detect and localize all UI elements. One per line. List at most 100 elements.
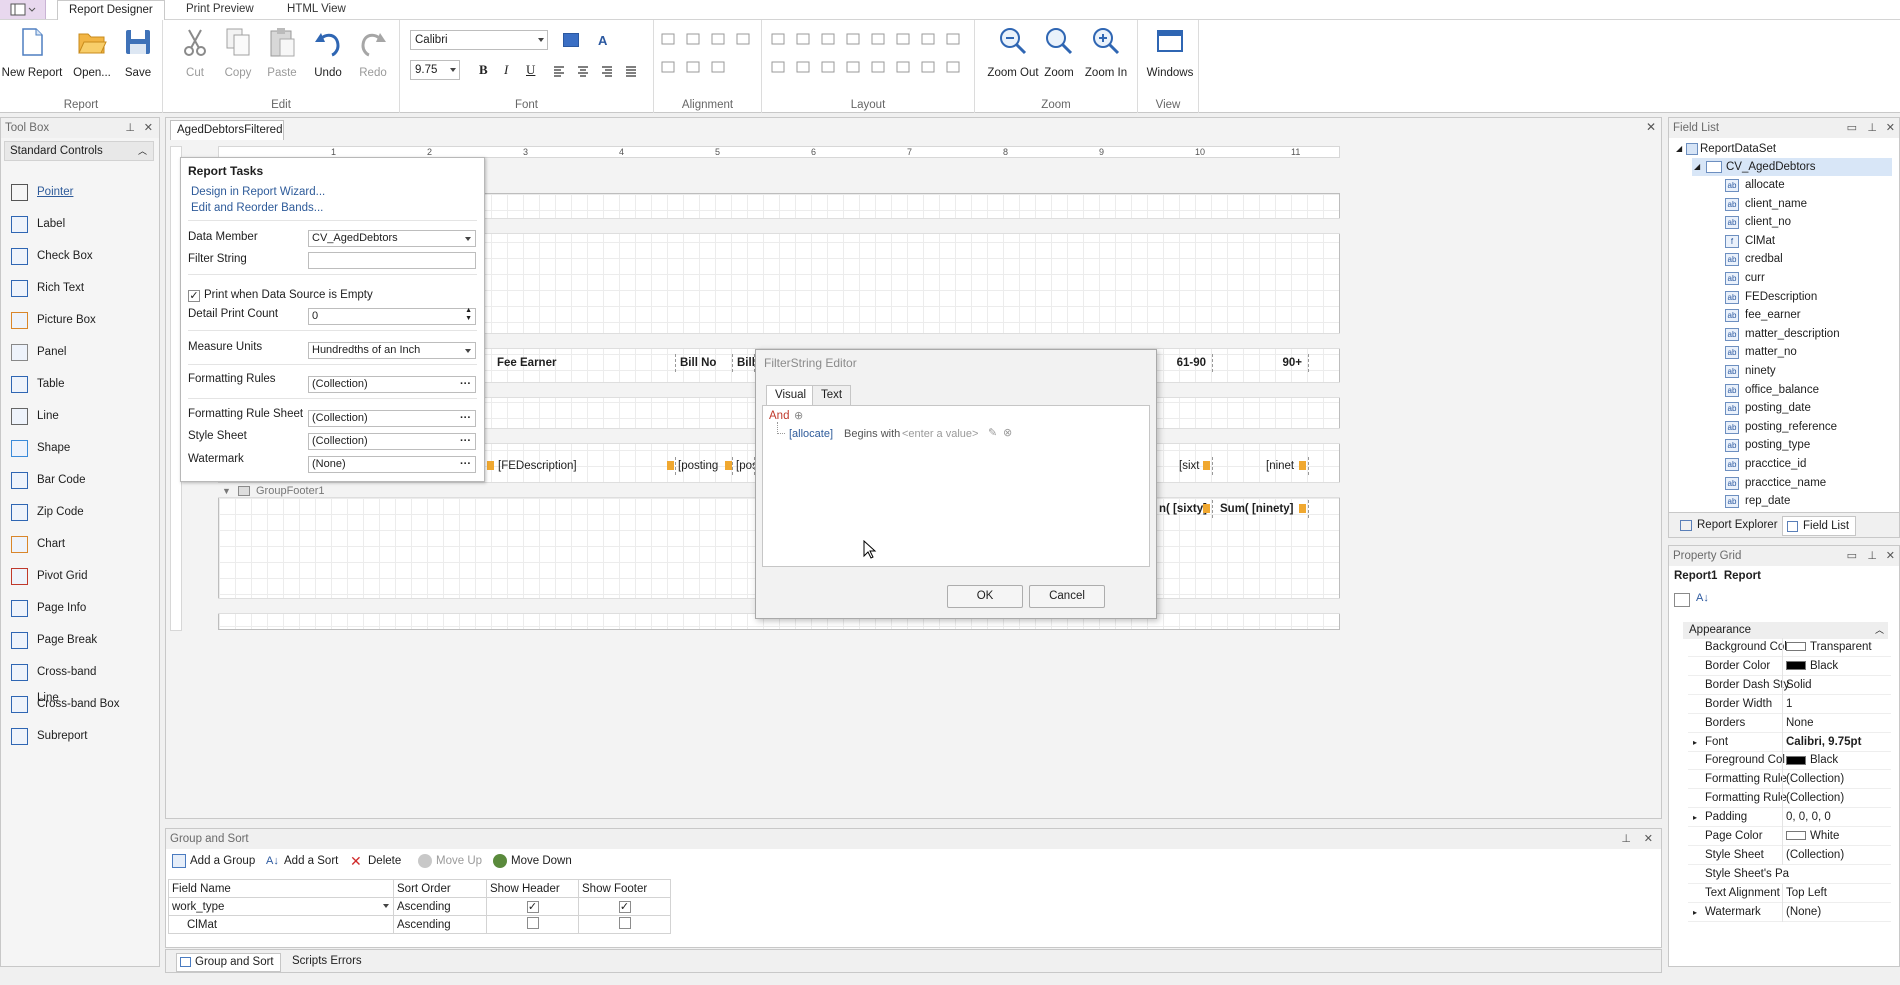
delete-button[interactable]: ✕ Delete bbox=[350, 853, 401, 869]
tab-field-list[interactable]: Field List bbox=[1782, 516, 1857, 536]
field-item[interactable]: ab posting_date bbox=[1725, 399, 1811, 417]
property-value[interactable]: Black bbox=[1782, 656, 1890, 676]
tab-text[interactable]: Text bbox=[812, 385, 852, 405]
show-header-checkbox[interactable] bbox=[526, 917, 539, 929]
design-wizard-link[interactable]: Design in Report Wizard... bbox=[191, 186, 325, 198]
ellipsis-icon[interactable]: ··· bbox=[460, 411, 471, 426]
underline-icon[interactable]: U bbox=[526, 62, 535, 78]
header-cell-61-90[interactable]: 61-90 bbox=[1157, 354, 1213, 372]
text-align-icons[interactable] bbox=[552, 65, 648, 79]
font-size-combo[interactable]: 9.75 bbox=[410, 60, 460, 80]
move-down-button[interactable]: Move Down bbox=[493, 853, 572, 869]
property-value[interactable]: Black bbox=[1782, 751, 1890, 771]
field-item[interactable]: ab matter_no bbox=[1725, 343, 1797, 361]
sort-order-cell[interactable]: Ascending bbox=[393, 915, 487, 934]
selected-object[interactable]: Report1 Report bbox=[1674, 570, 1761, 582]
filter-string-input[interactable] bbox=[308, 252, 476, 269]
toolbox-item-chart[interactable]: Chart bbox=[11, 531, 121, 557]
font-color-icon[interactable]: A bbox=[598, 33, 614, 48]
header-cell-bill-no[interactable]: Bill No bbox=[676, 354, 733, 372]
toolbox-item-pointer[interactable]: Pointer bbox=[11, 179, 121, 205]
toolbox-item-line[interactable]: Line bbox=[11, 403, 121, 429]
add-group-button[interactable]: Add a Group bbox=[172, 853, 255, 869]
toolbox-item-page-break[interactable]: Page Break bbox=[11, 627, 121, 653]
field-item[interactable]: ab pracctice_id bbox=[1725, 455, 1806, 473]
show-footer-checkbox[interactable] bbox=[618, 917, 631, 929]
field-item[interactable]: ab posting_reference bbox=[1725, 418, 1837, 436]
document-tab[interactable]: AgedDebtorsFiltered bbox=[170, 120, 284, 140]
category-appearance[interactable]: Appearance ︿ bbox=[1683, 622, 1888, 639]
new-report-button[interactable]: New Report bbox=[0, 26, 64, 86]
property-value[interactable]: Calibri, 9.75pt bbox=[1782, 732, 1890, 752]
tab-report-explorer[interactable]: Report Explorer bbox=[1677, 516, 1778, 536]
tree-node-table[interactable]: ◢ CV_AgedDebtors bbox=[1692, 158, 1892, 176]
property-value[interactable]: Transparent bbox=[1782, 638, 1890, 657]
toolbox-item-cross-band-box[interactable]: Cross-band Box bbox=[11, 691, 121, 717]
categorized-icon[interactable] bbox=[1674, 593, 1690, 607]
tab-group-and-sort[interactable]: Group and Sort bbox=[176, 953, 281, 972]
property-row[interactable]: Background Col Transparent bbox=[1688, 638, 1891, 657]
property-row[interactable]: Formatting Rule (Collection) bbox=[1688, 770, 1891, 790]
field-name-cell[interactable]: work_type bbox=[168, 897, 394, 916]
ellipsis-icon[interactable]: ··· bbox=[460, 457, 471, 472]
close-icon[interactable]: ✕ bbox=[144, 121, 153, 134]
toolbox-item-rich-text[interactable]: Rich Text bbox=[11, 275, 121, 301]
spinner-arrows-icon[interactable]: ▲ ▼ bbox=[465, 307, 472, 323]
add-sort-button[interactable]: A↓ Add a Sort bbox=[266, 853, 338, 869]
edit-bands-link[interactable]: Edit and Reorder Bands... bbox=[191, 202, 323, 214]
field-item[interactable]: ab rep_date bbox=[1725, 492, 1790, 510]
print-empty-option[interactable]: ✓ Print when Data Source is Empty bbox=[188, 289, 373, 302]
ellipsis-icon[interactable]: ··· bbox=[460, 434, 471, 449]
toolbox-item-picture-box[interactable]: Picture Box bbox=[11, 307, 121, 333]
windows-button[interactable]: Windows bbox=[1138, 26, 1202, 86]
close-icon[interactable]: ✕ bbox=[1886, 549, 1895, 562]
property-value[interactable]: Solid bbox=[1782, 675, 1890, 695]
property-value[interactable]: (None) bbox=[1782, 902, 1890, 922]
toolbox-item-bar-code[interactable]: Bar Code bbox=[11, 467, 121, 493]
property-row[interactable]: Foreground Col Black bbox=[1688, 751, 1891, 771]
toolbox-item-shape[interactable]: Shape bbox=[11, 435, 121, 461]
detail-print-count-spinner[interactable]: 0 ▲ ▼ bbox=[308, 307, 476, 325]
sort-order-cell[interactable]: Ascending bbox=[393, 897, 487, 916]
property-value[interactable]: None bbox=[1782, 713, 1890, 733]
detail-cell-posting[interactable]: [posting bbox=[666, 457, 733, 475]
table-row[interactable]: work_type Ascending ✓ ✓ bbox=[168, 897, 671, 916]
pin-icon[interactable]: ⊥ bbox=[1867, 121, 1877, 134]
field-item[interactable]: ab allocate bbox=[1725, 176, 1785, 194]
property-row[interactable]: Border Color Black bbox=[1688, 656, 1891, 676]
property-row[interactable]: Style Sheet's Pa bbox=[1688, 865, 1891, 884]
condition-value[interactable]: <enter a value> bbox=[902, 428, 978, 440]
highlight-color-icon[interactable] bbox=[563, 33, 579, 47]
print-empty-checkbox[interactable]: ✓ bbox=[188, 290, 200, 302]
field-item[interactable]: ab office_balance bbox=[1725, 381, 1819, 399]
tab-html-view[interactable]: HTML View bbox=[276, 0, 357, 20]
tree-node-dataset[interactable]: ◢ ReportDataSet bbox=[1676, 140, 1776, 158]
field-item[interactable]: ab client_no bbox=[1725, 213, 1791, 231]
close-icon[interactable]: ✕ bbox=[1886, 121, 1895, 134]
font-name-combo[interactable]: Calibri bbox=[410, 30, 548, 50]
field-item[interactable]: f ClMat bbox=[1725, 232, 1775, 250]
detail-cell-ninety[interactable]: [ninet bbox=[1262, 457, 1309, 475]
style-sheet-field[interactable]: (Collection) ··· bbox=[308, 433, 476, 450]
remove-condition-icon[interactable]: ⊗ bbox=[1003, 426, 1012, 439]
ok-button[interactable]: OK bbox=[947, 585, 1023, 608]
property-value[interactable]: 0, 0, 0, 0 bbox=[1782, 808, 1890, 828]
redo-button[interactable]: Redo bbox=[341, 26, 405, 86]
toolbox-item-label[interactable]: Label bbox=[11, 211, 121, 237]
header-cell-fee-earner[interactable]: Fee Earner bbox=[493, 354, 676, 372]
tab-print-preview[interactable]: Print Preview bbox=[175, 0, 265, 20]
property-row[interactable]: Text Alignment Top Left bbox=[1688, 883, 1891, 903]
show-footer-checkbox[interactable]: ✓ bbox=[618, 900, 631, 913]
expand-icon[interactable]: ◢ bbox=[1676, 140, 1682, 158]
property-row[interactable]: ▸ Padding 0, 0, 0, 0 bbox=[1688, 808, 1891, 828]
save-button[interactable]: Save bbox=[106, 26, 170, 86]
header-cell-bill[interactable]: Bill I bbox=[733, 354, 755, 372]
toolbox-item-pivot-grid[interactable]: Pivot Grid bbox=[11, 563, 121, 589]
toolbox-category[interactable]: Standard Controls ︿ bbox=[4, 141, 154, 161]
expand-icon[interactable]: ▸ bbox=[1693, 903, 1697, 922]
layout-icons[interactable] bbox=[770, 32, 970, 80]
condition-field[interactable]: [allocate] bbox=[789, 428, 833, 440]
table-row[interactable]: ClMat Ascending bbox=[168, 915, 671, 934]
collapse-icon[interactable]: ︿ bbox=[1875, 622, 1884, 639]
toolbox-item-table[interactable]: Table bbox=[11, 371, 121, 397]
